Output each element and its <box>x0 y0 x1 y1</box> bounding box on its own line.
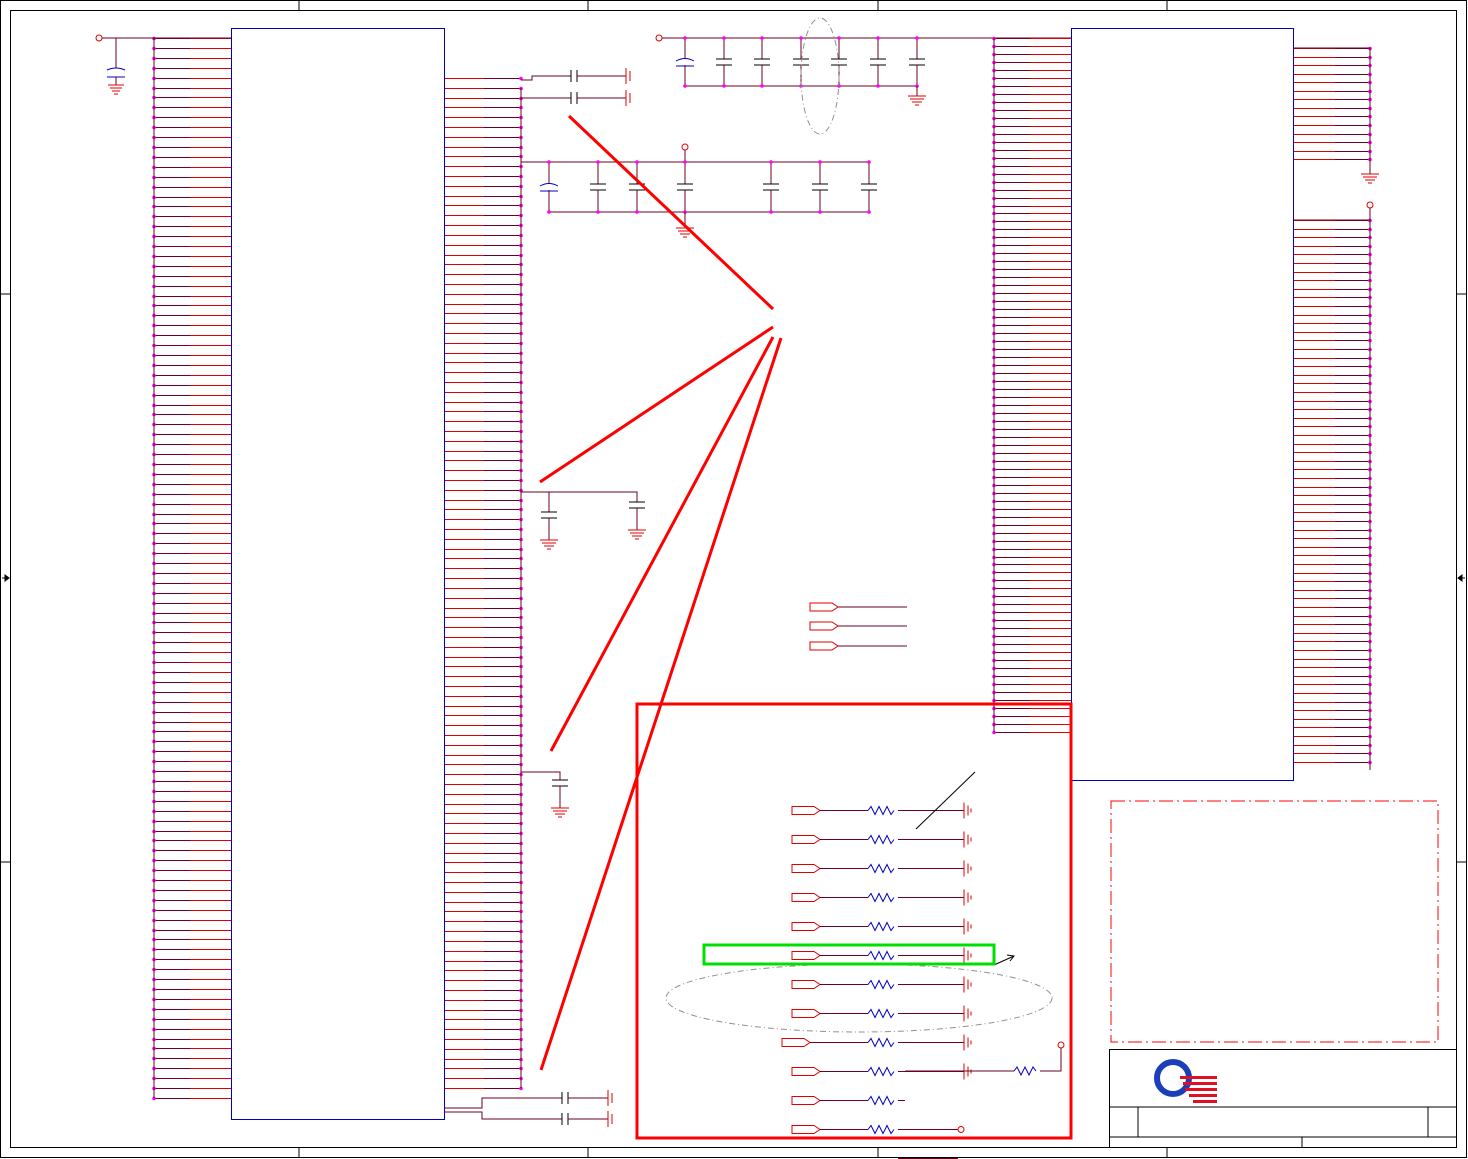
bottom-left-caps <box>444 1090 613 1127</box>
resistor-symbol <box>867 805 895 816</box>
junction-dot <box>683 160 687 164</box>
left-chip-right-pins <box>444 76 523 1091</box>
pullup-resistor <box>905 1041 1065 1077</box>
lower-left-cap <box>521 771 569 818</box>
right-chip-body <box>1071 28 1294 781</box>
junction-dot <box>760 84 764 88</box>
left-power-input <box>95 34 231 95</box>
junction-dot <box>769 160 773 164</box>
junction-dot <box>867 210 871 214</box>
junction-dot <box>596 160 600 164</box>
junction-dot <box>799 36 803 40</box>
junction-dot <box>769 210 773 214</box>
cap-plate <box>539 183 559 187</box>
highlight-box <box>702 943 996 966</box>
note-leader-line <box>915 771 976 830</box>
resistor-symbol <box>867 1124 895 1135</box>
left-chip-body <box>231 28 445 1120</box>
q-logo-icon <box>1154 1059 1217 1103</box>
resistor-symbol <box>867 892 895 903</box>
middle-cap-bank <box>521 143 877 238</box>
left-chip-top-caps <box>521 68 631 106</box>
junction-dot <box>837 36 841 40</box>
power-port-icon <box>1057 1041 1065 1049</box>
annotation-box <box>635 702 1073 1140</box>
ground-icon <box>628 529 646 540</box>
resistor-symbol <box>867 1066 895 1077</box>
note-ellipse <box>800 17 840 135</box>
junction-dot <box>596 210 600 214</box>
net-port-flag <box>781 1038 811 1047</box>
junction-dot <box>867 160 871 164</box>
resistor-symbol <box>867 921 895 932</box>
resistor-symbol <box>867 1095 895 1106</box>
note-arrow <box>993 954 1015 966</box>
junction-dot <box>915 36 919 40</box>
net-port-flag <box>791 1009 821 1018</box>
net-port-flags <box>809 602 907 651</box>
cap-plate <box>675 58 695 62</box>
mid-left-caps <box>521 491 646 550</box>
resistor-symbol <box>867 834 895 845</box>
junction-dot <box>837 84 841 88</box>
power-port-icon <box>681 143 689 151</box>
left-chip-left-pins <box>152 36 231 1101</box>
resistor-symbol <box>867 979 895 990</box>
power-port-icon <box>95 34 103 42</box>
net-port-flag <box>791 893 821 902</box>
net-port-flag <box>791 835 821 844</box>
junction-dot <box>683 36 687 40</box>
net-port-flag <box>791 1096 821 1105</box>
resistor-symbol <box>867 1037 895 1048</box>
net-port-flag <box>791 1067 821 1076</box>
junction-dot <box>722 36 726 40</box>
resistor-symbol <box>867 950 895 961</box>
sheet-frame <box>0 0 1467 1158</box>
notes-box <box>1110 800 1439 1043</box>
resistor-symbol <box>867 1008 895 1019</box>
power-port-icon <box>1366 201 1374 209</box>
ground-icon <box>108 84 124 95</box>
ground-icon <box>1361 168 1379 184</box>
net-port-flag <box>791 1125 821 1134</box>
junction-dot <box>547 160 551 164</box>
junction-dot <box>683 84 687 88</box>
junction-dot <box>876 36 880 40</box>
junction-dot <box>818 210 822 214</box>
sheet-center-arrows <box>2 574 1465 582</box>
resistor-symbol <box>867 863 895 874</box>
power-port-icon <box>957 1126 965 1133</box>
junction-dot <box>635 160 639 164</box>
junction-dot <box>818 160 822 164</box>
note-ellipse <box>665 963 1053 1033</box>
schematic-sheet <box>0 0 1467 1159</box>
ground-icon <box>540 539 558 550</box>
junction-dot <box>876 84 880 88</box>
ground-icon <box>551 807 569 818</box>
junction-dot <box>547 210 551 214</box>
right-chip-right-pins <box>1293 46 1372 765</box>
power-port-icon <box>655 34 663 42</box>
net-port-flag <box>791 806 821 815</box>
junction-dot <box>760 36 764 40</box>
resistor-network <box>781 802 972 1159</box>
net-port-flag <box>791 951 821 960</box>
net-port-flag <box>791 980 821 989</box>
junction-dot <box>635 210 639 214</box>
top-cap-bank <box>655 17 1071 135</box>
annotation-lines <box>539 114 783 1071</box>
net-port-flag <box>791 864 821 873</box>
net-port-flag <box>791 922 821 931</box>
right-chip-left-pins <box>992 36 1071 735</box>
junction-dot <box>722 84 726 88</box>
ground-icon <box>908 86 926 106</box>
